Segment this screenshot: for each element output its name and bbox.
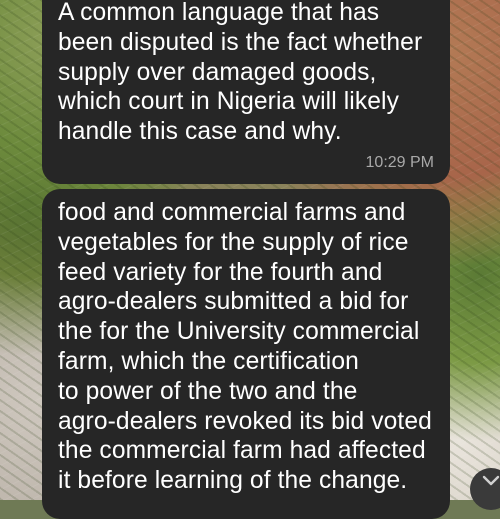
chevron-down-icon xyxy=(482,475,500,486)
message-bubble[interactable]: A common language that has been disputed… xyxy=(42,0,450,184)
scroll-to-bottom-button[interactable] xyxy=(470,468,500,510)
message-text: A common language that has been disputed… xyxy=(58,0,423,146)
message-timestamp: 10:29 PM xyxy=(365,154,434,171)
message-text: food and commercial farms and vegetables… xyxy=(58,199,432,495)
message-bubble[interactable]: food and commercial farms and vegetables… xyxy=(42,189,450,519)
